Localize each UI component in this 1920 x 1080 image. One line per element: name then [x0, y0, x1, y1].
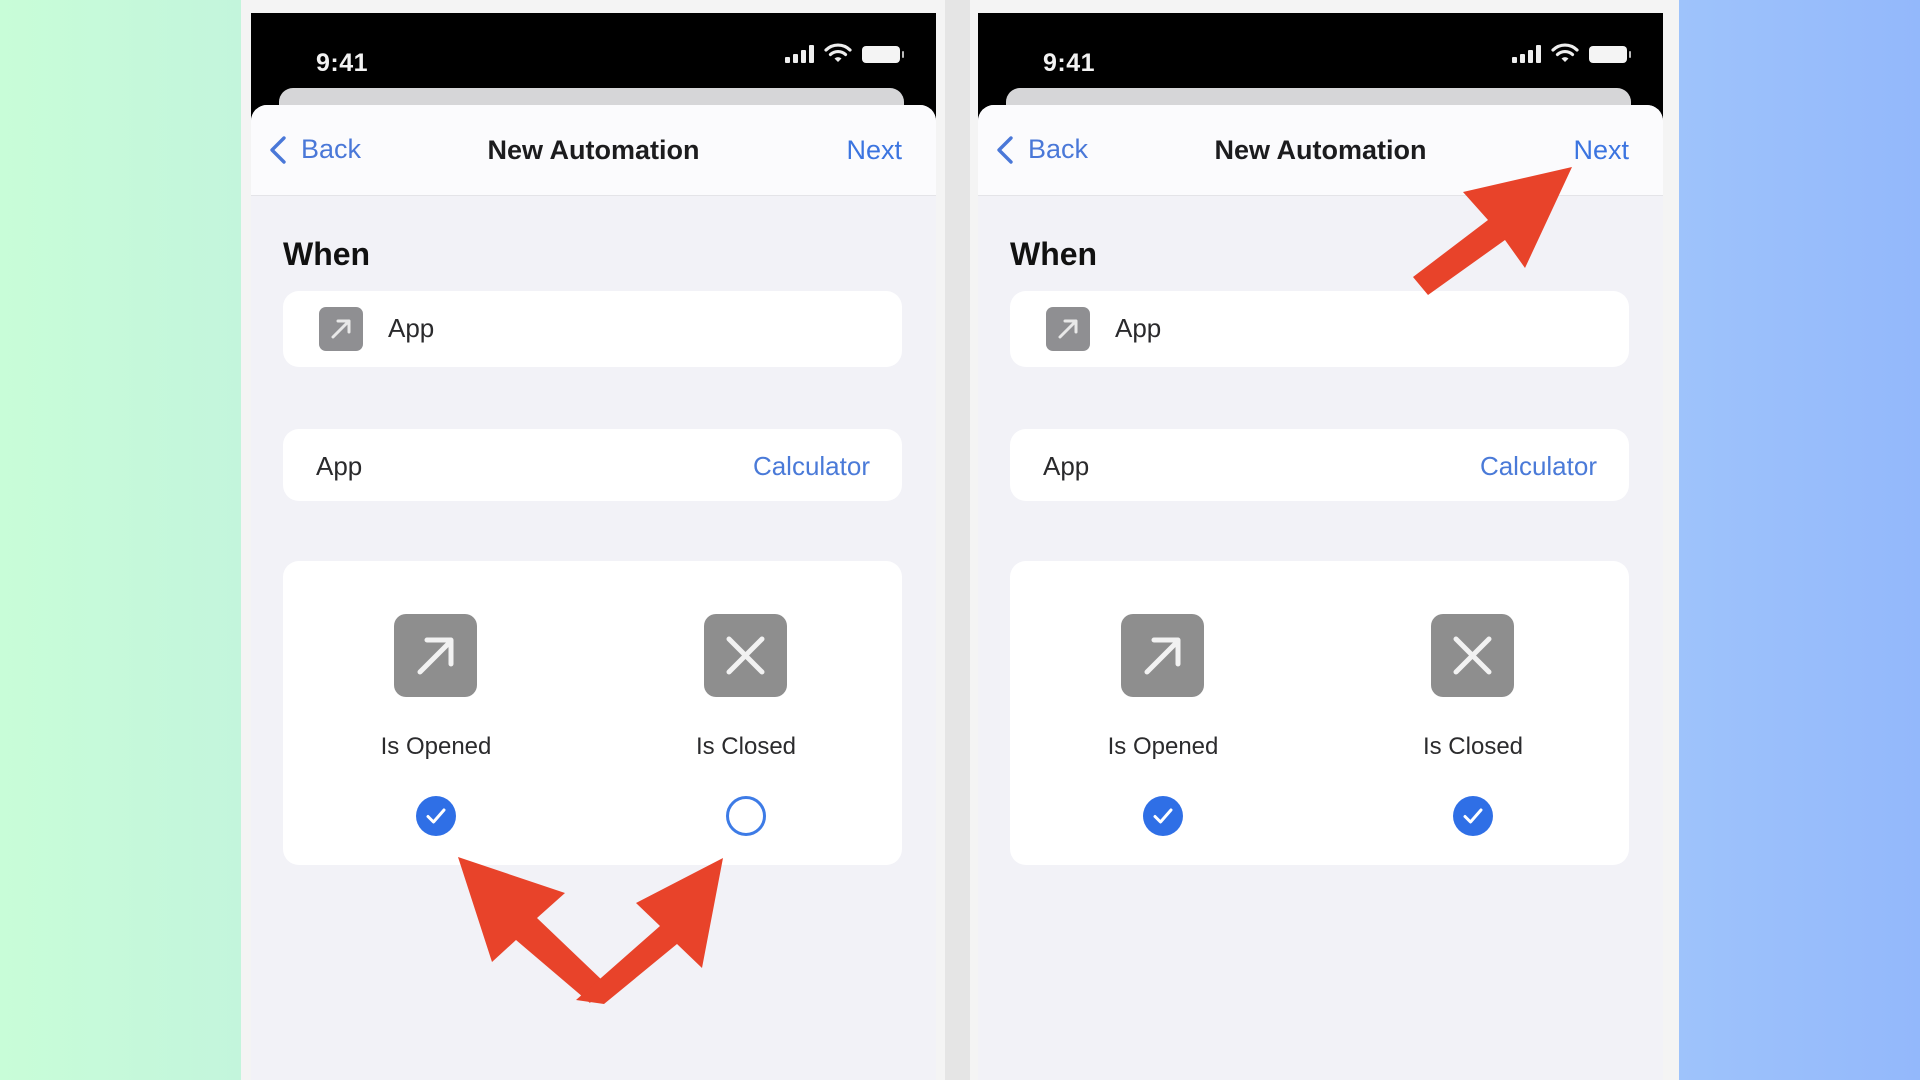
trigger-row[interactable]: App	[283, 291, 902, 367]
battery-icon	[1589, 46, 1631, 63]
navigation-bar: Back New Automation Next	[251, 105, 936, 196]
checkmark-icon	[426, 808, 446, 824]
app-selector-row[interactable]: App Calculator	[1010, 429, 1629, 501]
next-button[interactable]: Next	[846, 135, 902, 166]
checkmark-icon	[1463, 808, 1483, 824]
app-row-label: App	[316, 451, 363, 481]
trigger-label: App	[388, 313, 435, 343]
phone-screen-step-1: 9:41 Back New Automation Next When App A…	[251, 13, 936, 1080]
trigger-label: App	[1115, 313, 1162, 343]
app-open-arrow-icon	[319, 307, 363, 351]
back-label: Back	[1028, 134, 1089, 164]
checkbox-checked[interactable]	[1143, 796, 1183, 836]
section-title-when: When	[283, 236, 371, 272]
background-right-gradient	[1679, 0, 1920, 1080]
wifi-icon	[1551, 43, 1579, 62]
checkmark-icon	[1153, 808, 1173, 824]
app-row-label: App	[1043, 451, 1090, 481]
checkbox-unchecked[interactable]	[726, 796, 766, 836]
state-options-card: Is Opened Is Closed	[1010, 561, 1629, 865]
cellular-signal-icon	[1512, 45, 1541, 63]
status-time: 9:41	[316, 49, 369, 77]
checkbox-checked[interactable]	[1453, 796, 1493, 836]
option-label: Is Closed	[1422, 733, 1524, 760]
app-selector-row[interactable]: App Calculator	[283, 429, 902, 501]
status-icons	[785, 43, 904, 63]
next-button[interactable]: Next	[1573, 135, 1629, 166]
cellular-signal-icon	[785, 45, 814, 63]
app-row-value[interactable]: Calculator	[753, 451, 870, 482]
back-label: Back	[301, 134, 362, 164]
wifi-icon	[824, 43, 852, 62]
option-is-opened[interactable]: Is Opened	[336, 561, 536, 865]
option-label: Is Closed	[695, 733, 797, 760]
option-label: Is Opened	[380, 733, 492, 760]
status-time: 9:41	[1043, 49, 1096, 77]
back-button[interactable]: Back	[995, 134, 1088, 165]
option-is-closed[interactable]: Is Closed	[1373, 561, 1573, 865]
app-row-value[interactable]: Calculator	[1480, 451, 1597, 482]
battery-icon	[862, 46, 904, 63]
arrow-up-right-icon	[394, 614, 477, 697]
background-left-gradient	[0, 0, 241, 1080]
arrow-up-right-icon	[1121, 614, 1204, 697]
trigger-row[interactable]: App	[1010, 291, 1629, 367]
option-label: Is Opened	[1107, 733, 1219, 760]
x-mark-icon	[704, 614, 787, 697]
chevron-left-icon	[270, 135, 286, 164]
automation-sheet: Back New Automation Next When App App Ca…	[251, 105, 936, 1080]
app-open-arrow-icon	[1046, 307, 1090, 351]
automation-sheet: Back New Automation Next When App App Ca…	[978, 105, 1663, 1080]
chevron-left-icon	[997, 135, 1013, 164]
option-is-opened[interactable]: Is Opened	[1063, 561, 1263, 865]
phone-screen-step-2: 9:41 Back New Automation Next When App A…	[978, 13, 1663, 1080]
phone-divider	[945, 0, 970, 1080]
section-title-when: When	[1010, 236, 1098, 272]
status-icons	[1512, 43, 1631, 63]
checkbox-checked[interactable]	[416, 796, 456, 836]
back-button[interactable]: Back	[268, 134, 361, 165]
option-is-closed[interactable]: Is Closed	[646, 561, 846, 865]
navigation-bar: Back New Automation Next	[978, 105, 1663, 196]
state-options-card: Is Opened Is Closed	[283, 561, 902, 865]
x-mark-icon	[1431, 614, 1514, 697]
